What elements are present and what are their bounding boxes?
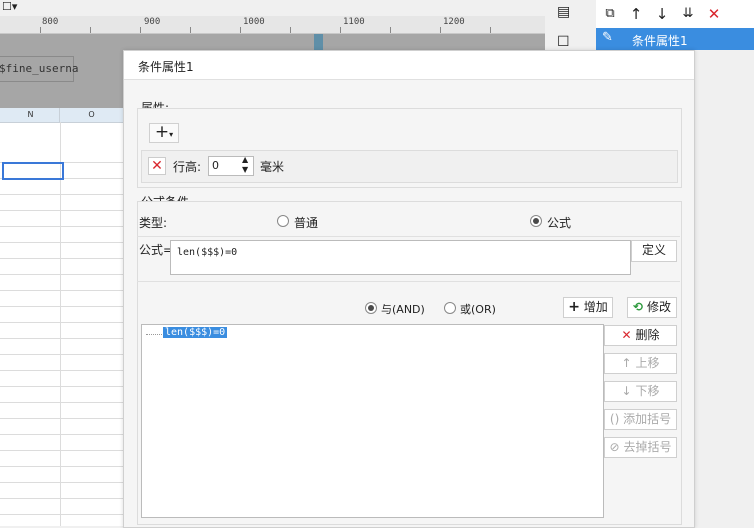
- modify-icon: ⟲: [633, 300, 644, 314]
- arrow-down-icon: ↓: [621, 384, 632, 398]
- define-button[interactable]: 定义: [631, 240, 677, 262]
- row-height-value: 0: [212, 159, 219, 172]
- or-radio[interactable]: [444, 302, 456, 314]
- or-label: 或(OR): [460, 303, 496, 316]
- and-radio[interactable]: [365, 302, 377, 314]
- dialog-title-bar: 条件属性1: [124, 51, 694, 80]
- spinner-up-icon[interactable]: ▲: [242, 155, 248, 164]
- and-label: 与(AND): [381, 303, 425, 316]
- condition-tree-entry[interactable]: len($$$)=0: [163, 327, 228, 338]
- edit-pencil-icon: ✎: [602, 30, 613, 45]
- type-label: 类型:: [139, 216, 168, 230]
- spinner-down-icon[interactable]: ▼: [242, 165, 248, 174]
- column-header[interactable]: O: [60, 108, 124, 123]
- type-normal-label: 普通: [294, 216, 319, 230]
- top-toolbar: ☐▾: [0, 0, 545, 17]
- row-height-unit: 毫米: [260, 160, 285, 174]
- type-formula-radio[interactable]: [530, 215, 542, 227]
- move-to-bottom-icon[interactable]: ⇊: [678, 4, 698, 24]
- remove-bracket-button-label: 去掉括号: [623, 440, 672, 454]
- type-normal-radio[interactable]: [277, 215, 289, 227]
- plus-icon: +: [568, 299, 580, 315]
- formula-label: 公式=: [139, 243, 174, 257]
- condition-list-item[interactable]: ✎ 条件属性1: [596, 28, 754, 50]
- page-dropdown-icon[interactable]: ☐▾: [2, 0, 17, 13]
- remove-attribute-icon[interactable]: ✕: [148, 157, 166, 175]
- remove-bracket-button[interactable]: ⊘ 去掉括号: [604, 437, 677, 458]
- frame-icon[interactable]: ☐: [557, 34, 570, 50]
- add-button[interactable]: + 增加: [563, 297, 613, 318]
- formula-text: len($$$)=0: [177, 247, 238, 258]
- copy-icon[interactable]: ⧉: [600, 4, 620, 24]
- horizontal-ruler: 800 900 1000 1100 1200: [0, 16, 545, 34]
- ruler-tick-label: 1100: [343, 17, 365, 27]
- column-header[interactable]: N: [2, 108, 60, 123]
- add-bracket-button-label: 添加括号: [623, 412, 672, 426]
- add-attribute-dropdown[interactable]: +▾: [149, 123, 179, 143]
- move-up-button-label: 上移: [635, 356, 660, 370]
- delete-icon: ✕: [621, 328, 632, 342]
- ruler-tick-label: 900: [144, 17, 161, 27]
- add-button-label: 增加: [583, 300, 608, 314]
- condition-attribute-dialog: 条件属性1 属性: +▾ ✕ 行高: 0 ▲ ▼ 毫米 公式条件 类型: 普通 …: [123, 50, 695, 528]
- condition-toolbar: ⧉ ↑ ↓ ⇊ ✕: [596, 0, 754, 29]
- row-height-row: ✕ 行高: 0 ▲ ▼ 毫米: [141, 150, 678, 183]
- remove-bracket-icon: ⊘: [609, 440, 620, 454]
- formula-input[interactable]: len($$$)=0: [170, 240, 631, 275]
- condition-item-label: 条件属性1: [632, 34, 688, 48]
- move-up-button[interactable]: ↑ 上移: [604, 353, 677, 374]
- type-formula-label: 公式: [547, 216, 572, 230]
- delete-button[interactable]: ✕ 删除: [604, 325, 677, 346]
- selected-cell[interactable]: [2, 162, 64, 180]
- row-height-label: 行高:: [173, 160, 202, 174]
- delete-button-label: 删除: [635, 328, 660, 342]
- arrow-up-icon: ↑: [621, 356, 632, 370]
- move-down-button-label: 下移: [635, 384, 660, 398]
- add-bracket-button[interactable]: () 添加括号: [604, 409, 677, 430]
- widget-settings-icon[interactable]: ▤: [557, 4, 570, 20]
- arrow-up-icon[interactable]: ↑: [626, 4, 646, 24]
- bracket-icon: (): [609, 412, 620, 426]
- dialog-title: 条件属性1: [138, 60, 194, 74]
- condition-tree[interactable]: len($$$)=0: [141, 324, 604, 518]
- canvas-marker: [314, 34, 323, 50]
- plus-icon: +: [154, 122, 170, 142]
- ruler-tick-label: 1000: [243, 17, 265, 27]
- move-down-button[interactable]: ↓ 下移: [604, 381, 677, 402]
- delete-icon[interactable]: ✕: [704, 4, 724, 24]
- ruler-tick-label: 800: [42, 17, 59, 27]
- canvas-field[interactable]: $fine_userna: [0, 56, 78, 82]
- arrow-down-icon[interactable]: ↓: [652, 4, 672, 24]
- modify-button-label: 修改: [646, 300, 671, 314]
- modify-button[interactable]: ⟲ 修改: [627, 297, 677, 318]
- ruler-tick-label: 1200: [443, 17, 465, 27]
- row-height-spinner[interactable]: 0 ▲ ▼: [208, 155, 254, 176]
